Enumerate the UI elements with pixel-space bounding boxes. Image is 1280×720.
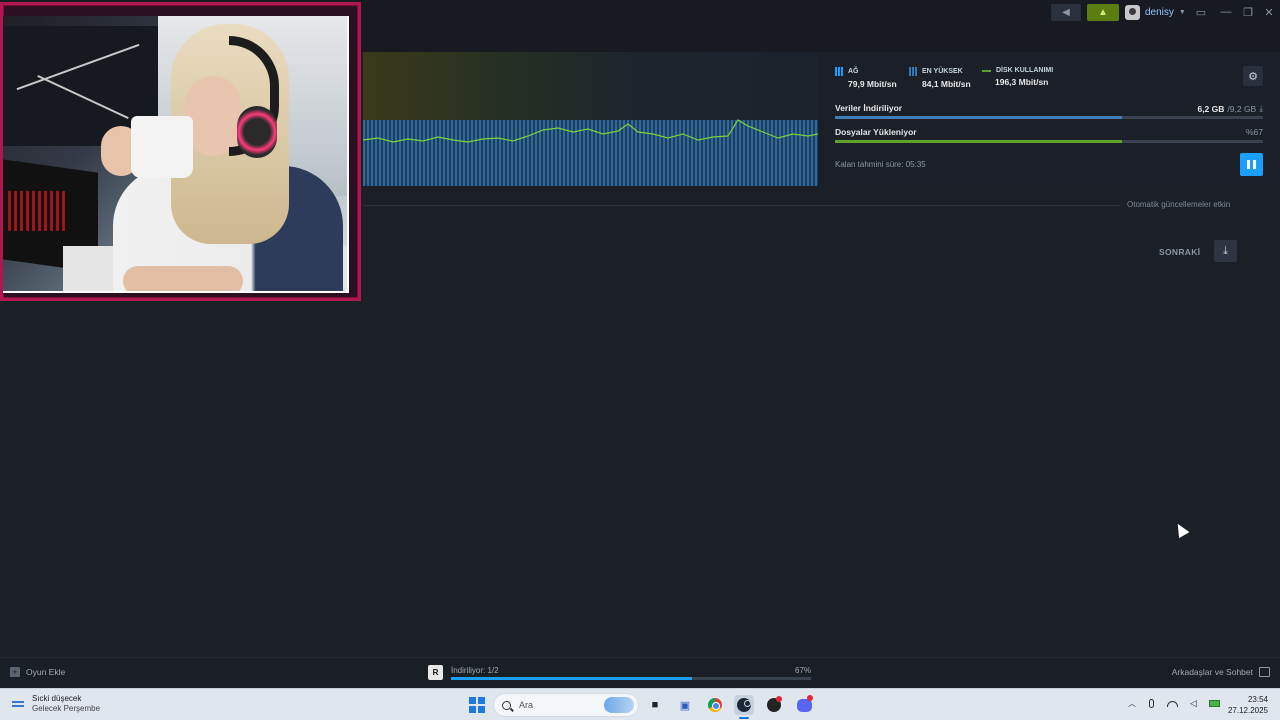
line-icon bbox=[982, 69, 991, 72]
chevron-down-icon: ▼ bbox=[1178, 9, 1186, 16]
pause-icon bbox=[1247, 160, 1250, 169]
weather-icon bbox=[12, 697, 24, 711]
game-icon: R bbox=[428, 665, 443, 680]
downloads-status[interactable]: İndiriliyor: 1/2 bbox=[451, 666, 499, 675]
announcements-button[interactable]: ◀ bbox=[1051, 4, 1081, 21]
webcam-overlay bbox=[0, 2, 361, 301]
user-menu[interactable]: denisy ▼ bbox=[1125, 4, 1186, 21]
data-progress-fill bbox=[835, 116, 1122, 119]
disk-stat: DİSK KULLANIMI 196,3 Mbit/sn bbox=[982, 67, 1053, 87]
data-download-label: Veriler İndiriliyor bbox=[835, 103, 903, 113]
download-graph bbox=[363, 52, 818, 186]
downloads-progress-fill bbox=[451, 677, 693, 680]
start-button[interactable] bbox=[469, 697, 485, 713]
auto-updates-text[interactable]: Otomatik güncellemeler etkin bbox=[1127, 200, 1230, 209]
section-divider bbox=[363, 205, 1120, 206]
pause-button[interactable] bbox=[1240, 153, 1263, 176]
close-icon[interactable]: ✕ bbox=[1258, 3, 1280, 21]
search-input[interactable]: Ara bbox=[493, 693, 639, 717]
discord-icon[interactable] bbox=[794, 694, 814, 715]
gear-icon: ⚙ bbox=[1248, 70, 1258, 83]
username: denisy bbox=[1145, 7, 1174, 18]
files-percent: %67 bbox=[1245, 127, 1263, 137]
files-label: Dosyalar Yükleniyor bbox=[835, 127, 917, 137]
next-section-label: SONRAKİ bbox=[1159, 247, 1201, 257]
bars-icon bbox=[835, 67, 843, 76]
battery-icon[interactable] bbox=[1209, 698, 1220, 709]
monitor-icon[interactable]: ▭ bbox=[1190, 3, 1212, 21]
files-progress-track bbox=[835, 140, 1263, 143]
friends-chat-button[interactable]: Arkadaşlar ve Sohbet bbox=[1172, 667, 1270, 677]
tray-overflow-icon[interactable]: ︿ bbox=[1128, 698, 1136, 709]
windows-taskbar: Sıcki düşecek Gelecek Perşembe Ara ■ ▣ ︿… bbox=[0, 688, 1280, 720]
data-progress-track bbox=[835, 116, 1263, 119]
downloads-progress-track[interactable] bbox=[451, 677, 811, 680]
download-icon: ⤓ bbox=[1259, 103, 1263, 113]
downloads-percent: 67% bbox=[795, 666, 812, 675]
minimize-icon[interactable]: — bbox=[1215, 3, 1237, 21]
weather-widget[interactable]: Sıcki düşecek Gelecek Perşembe bbox=[12, 694, 100, 714]
clock[interactable]: 23:54 27.12.2025 bbox=[1228, 694, 1268, 716]
mouse-cursor bbox=[1172, 520, 1190, 539]
download-stats-panel: AĞ 79,9 Mbit/sn EN YÜKSEK 84,1 Mbit/sn D… bbox=[818, 52, 1280, 186]
system-tray: ︿ ◁ bbox=[1128, 698, 1220, 709]
file-explorer-icon[interactable]: ■ bbox=[645, 695, 665, 715]
steam-icon[interactable] bbox=[734, 695, 754, 715]
network-stat: AĞ 79,9 Mbit/sn bbox=[835, 67, 897, 89]
plus-icon: + bbox=[10, 667, 20, 677]
notifications-button[interactable]: ▲ bbox=[1087, 4, 1119, 21]
search-icon bbox=[502, 700, 511, 710]
restore-icon[interactable]: ❐ bbox=[1237, 3, 1259, 21]
wifi-icon[interactable] bbox=[1167, 698, 1178, 709]
next-download-button[interactable]: ⤓ bbox=[1214, 240, 1237, 262]
search-highlight-icon bbox=[604, 697, 634, 713]
avatar bbox=[1125, 5, 1140, 20]
store-icon[interactable]: ▣ bbox=[675, 695, 695, 715]
settings-button[interactable]: ⚙ bbox=[1243, 66, 1263, 86]
bell-icon: ▲ bbox=[1098, 7, 1108, 18]
volume-icon[interactable]: ◁ bbox=[1188, 698, 1199, 709]
bars-icon bbox=[909, 67, 917, 76]
network-line bbox=[363, 119, 818, 143]
add-game-button[interactable]: + Oyun Ekle bbox=[10, 667, 65, 677]
chrome-icon[interactable] bbox=[705, 695, 725, 715]
files-progress-fill bbox=[835, 140, 1122, 143]
eta-text: Kalan tahmini süre: 05:35 bbox=[835, 160, 926, 169]
active-app-indicator bbox=[739, 717, 749, 719]
steam-footer: + Oyun Ekle R İndiriliyor: 1/2 67% Arkad… bbox=[0, 657, 1280, 687]
webcam-video bbox=[3, 16, 349, 293]
megaphone-icon: ◀ bbox=[1062, 7, 1070, 18]
obs-icon[interactable] bbox=[764, 695, 784, 715]
microphone-icon[interactable] bbox=[1146, 698, 1157, 709]
data-download-size: 6,2 GB/9,2 GB ⤓ bbox=[1197, 103, 1263, 114]
download-icon: ⤓ bbox=[1223, 244, 1228, 257]
chat-icon bbox=[1259, 667, 1270, 677]
peak-stat: EN YÜKSEK 84,1 Mbit/sn bbox=[909, 67, 971, 89]
